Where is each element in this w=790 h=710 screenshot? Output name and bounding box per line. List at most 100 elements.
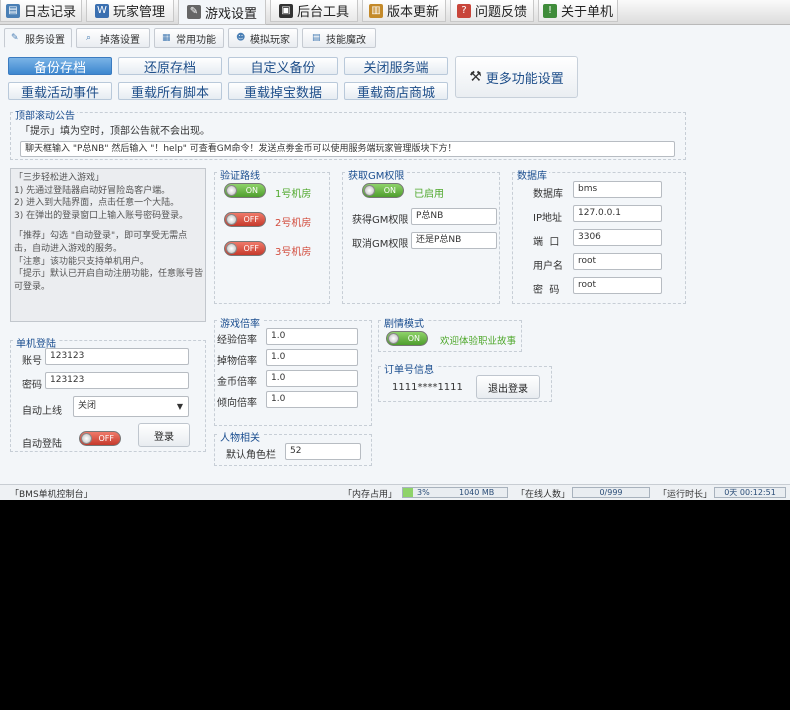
memory-value: 1040 MB	[459, 488, 495, 497]
db-user-input[interactable]: root	[573, 253, 662, 270]
account-input[interactable]: 123123	[45, 348, 189, 365]
app-window: ▤ 日志记录 W 玩家管理 ✎ 游戏设置 ▣ 后台工具 ▥ 版本更新 ? 问题反…	[0, 0, 790, 500]
story-label: 欢迎体验职业故事	[440, 336, 517, 347]
log-icon: ▤	[5, 3, 20, 18]
auto-login-toggle[interactable]: OFF	[79, 431, 121, 446]
db-ip-label: IP地址	[533, 213, 562, 224]
search-icon: ⌕	[86, 33, 92, 43]
reload-shop-button[interactable]: 重载商店商城	[344, 82, 448, 101]
char-slots-label: 默认角色栏	[226, 450, 276, 461]
tendency-rate-input[interactable]: 1.0	[266, 391, 358, 408]
game-settings-icon: ✎	[186, 5, 201, 19]
account-label: 账号	[22, 356, 42, 367]
more-settings-button[interactable]: ⚒ 更多功能设置	[455, 56, 578, 98]
notice-title: 顶部滚动公告	[13, 107, 77, 122]
route-3-toggle[interactable]: OFF	[224, 241, 266, 256]
subtab-server-settings[interactable]: ✎ 服务设置	[4, 28, 72, 48]
tab-game-settings[interactable]: ✎ 游戏设置	[178, 0, 266, 25]
tab-player[interactable]: W 玩家管理	[86, 0, 174, 22]
toggle-state: ON	[383, 186, 396, 195]
chevron-down-icon: ▼	[176, 402, 183, 411]
guide-line: 「注意」该功能只支持单机用户。	[14, 256, 150, 267]
subtab-label: 掉落设置	[100, 34, 140, 46]
auto-online-label: 自动上线	[22, 406, 62, 417]
status-bar: 「BMS单机控制台」 「内存占用」 3% 1040 MB 「在线人数」 0/99…	[0, 484, 790, 500]
exp-rate-label: 经验倍率	[217, 335, 257, 346]
subtab-label: 技能魔改	[326, 34, 366, 46]
drop-rate-label: 掉物倍率	[217, 356, 257, 367]
exp-rate-input[interactable]: 1.0	[266, 328, 358, 345]
tab-label: 版本更新	[386, 5, 439, 20]
logout-button[interactable]: 退出登录	[476, 375, 540, 399]
gm-cancel-input[interactable]: 还是P总NB	[411, 232, 497, 249]
subtab-simulate-player[interactable]: ☻ 模拟玩家	[228, 28, 298, 48]
tab-label: 后台工具	[296, 5, 349, 20]
gold-rate-input[interactable]: 1.0	[266, 370, 358, 387]
memory-percent: 3%	[417, 488, 430, 497]
guide-line: 「三步轻松进入游戏」	[14, 173, 105, 183]
uptime-value: 0天 00:12:51	[724, 488, 776, 497]
tab-label: 关于单机	[560, 5, 613, 20]
story-title: 剧情模式	[382, 315, 426, 330]
login-button[interactable]: 登录	[138, 423, 190, 447]
guide-line: 「提示」默认已开启自动注册功能，任意账号皆可登录。	[14, 269, 204, 292]
guide-line: 1) 先通过登陆器启动好冒险岛客户端。	[14, 185, 171, 196]
subtab-common-functions[interactable]: ▦ 常用功能	[154, 28, 224, 48]
toggle-knob	[226, 185, 237, 196]
memory-fill	[403, 488, 414, 497]
db-password-input[interactable]: root	[573, 277, 662, 294]
guide-line: 「推荐」勾选 "自动登录"，即可享受无需点击，自动进入游戏的服务。	[14, 231, 188, 254]
reload-events-button[interactable]: 重载活动事件	[8, 82, 112, 101]
tools-icon: ▣	[278, 3, 293, 18]
toggle-state: OFF	[98, 434, 115, 443]
player-icon: W	[94, 3, 109, 18]
gm-get-label: 获得GM权限	[352, 215, 409, 226]
tab-about[interactable]: ! 关于单机	[538, 0, 618, 22]
route-2-toggle[interactable]: OFF	[224, 212, 266, 227]
order-number: 1111****1111	[392, 382, 463, 393]
notice-input[interactable]: 聊天框输入 "P总NB" 然后输入 "！help" 可查看GM命令！发送点劵金币…	[20, 141, 675, 157]
reload-scripts-button[interactable]: 重载所有脚本	[118, 82, 222, 101]
char-slots-input[interactable]: 52	[285, 443, 361, 460]
subtab-skill-mod[interactable]: ▤ 技能魔改	[302, 28, 376, 48]
tab-feedback[interactable]: ? 问题反馈	[450, 0, 534, 22]
toggle-state: OFF	[243, 215, 260, 224]
notice-hint: 「提示」填为空时，顶部公告就不会出现。	[20, 126, 210, 137]
online-label: 「在线人数」	[516, 490, 571, 500]
password-label: 密码	[22, 380, 42, 391]
db-name-input[interactable]: bms	[573, 181, 662, 198]
toggle-state: ON	[407, 334, 420, 343]
tab-update[interactable]: ▥ 版本更新	[362, 0, 446, 22]
restore-save-button[interactable]: 还原存档	[118, 57, 222, 76]
toggle-knob	[81, 433, 92, 444]
route-2-label: 2号机房	[275, 218, 312, 229]
drop-rate-input[interactable]: 1.0	[266, 349, 358, 366]
toggle-knob	[226, 214, 237, 225]
route-1-toggle[interactable]: ON	[224, 183, 266, 198]
stop-server-button[interactable]: 关闭服务端	[344, 57, 448, 76]
tab-log[interactable]: ▤ 日志记录	[0, 0, 82, 22]
route-3-label: 3号机房	[275, 247, 312, 258]
route-title: 验证路线	[218, 167, 262, 182]
gm-title: 获取GM权限	[346, 167, 407, 182]
toggle-state: ON	[245, 186, 258, 195]
toggle-knob	[388, 333, 399, 344]
password-input[interactable]: 123123	[45, 372, 189, 389]
tab-tools[interactable]: ▣ 后台工具	[270, 0, 358, 22]
auto-online-select[interactable]: 关闭 ▼	[73, 396, 189, 417]
subtab-label: 常用功能	[176, 34, 216, 46]
subtab-drop-settings[interactable]: ⌕ 掉落设置	[76, 28, 150, 48]
guide-line: 3) 在弹出的登录窗口上输入账号密码登录。	[14, 210, 189, 221]
tab-label: 玩家管理	[112, 5, 165, 20]
custom-backup-button[interactable]: 自定义备份	[228, 57, 338, 76]
tab-label: 游戏设置	[204, 6, 257, 22]
reload-drops-button[interactable]: 重载掉宝数据	[228, 82, 338, 101]
gm-get-input[interactable]: P总NB	[411, 208, 497, 225]
guide-line	[14, 222, 204, 230]
db-port-input[interactable]: 3306	[573, 229, 662, 246]
guide-text: 「三步轻松进入游戏」 1) 先通过登陆器启动好冒险岛客户端。 2) 进入到大陆界…	[14, 172, 204, 293]
backup-save-button[interactable]: 备份存档	[8, 57, 112, 76]
story-toggle[interactable]: ON	[386, 331, 428, 346]
gm-toggle[interactable]: ON	[362, 183, 404, 198]
db-ip-input[interactable]: 127.0.0.1	[573, 205, 662, 222]
